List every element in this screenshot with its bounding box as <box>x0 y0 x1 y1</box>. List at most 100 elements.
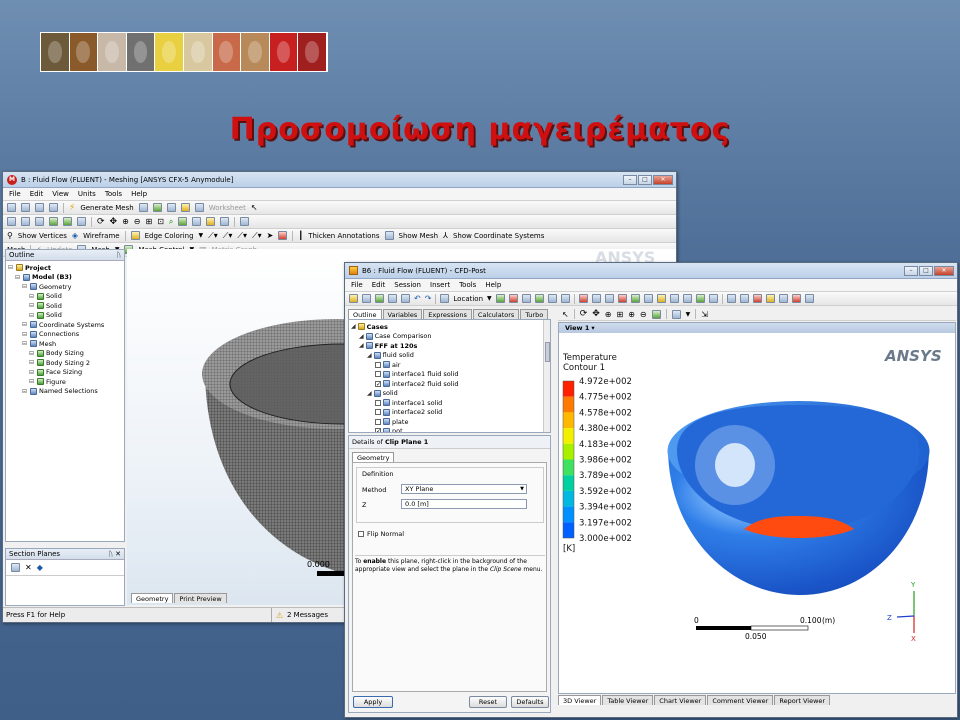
defaults-button[interactable]: Defaults <box>511 696 549 708</box>
fit-view-icon[interactable] <box>651 309 661 319</box>
calculator-icon[interactable] <box>656 294 666 303</box>
view-icon[interactable] <box>206 217 216 226</box>
expand-icon[interactable]: ⊟ <box>22 388 28 395</box>
viewer-canvas[interactable]: View 1 ▾ ANSYS Temperature Contour 1 4.9… <box>558 322 956 694</box>
expand-icon[interactable]: ⊟ <box>8 264 14 271</box>
visibility-checkbox[interactable] <box>375 361 381 368</box>
reset-button[interactable]: Reset <box>469 696 507 708</box>
iso-icon[interactable] <box>192 217 202 226</box>
window-layout-icon[interactable] <box>240 217 250 226</box>
undo-icon[interactable]: ↶ <box>414 294 421 303</box>
menu-help[interactable]: Help <box>131 190 147 198</box>
tree-item[interactable]: ◢ Cases <box>351 322 548 332</box>
macro-icon[interactable] <box>791 294 801 303</box>
fit-icon[interactable] <box>178 217 188 226</box>
edit-section-icon[interactable]: ◆ <box>37 563 43 572</box>
menu-edit[interactable]: Edit <box>30 190 44 198</box>
text-object-icon[interactable] <box>578 294 588 303</box>
rotate-icon[interactable]: ⟳ <box>97 217 105 227</box>
rotate-icon[interactable]: ⟳ <box>580 309 588 319</box>
tree-item[interactable]: interface1 fluid solid <box>351 370 548 380</box>
load-icon[interactable] <box>375 294 384 303</box>
open-icon[interactable] <box>349 294 358 303</box>
tab-comment-viewer[interactable]: Comment Viewer <box>707 695 774 705</box>
pin-close-icon[interactable]: ᚢ ✕ <box>109 549 121 559</box>
volume-icon[interactable] <box>560 294 570 303</box>
messages-icon[interactable]: ⚠ <box>276 611 283 620</box>
zoom-box-icon[interactable]: ⊞ <box>617 310 624 319</box>
quick-editor-icon[interactable] <box>752 294 762 303</box>
tab-outline[interactable]: Outline <box>348 309 382 319</box>
tree-item[interactable]: ⊟ Body Sizing 2 <box>8 358 122 368</box>
select-mode-icon[interactable] <box>7 217 16 226</box>
tree-scrollbar[interactable] <box>543 320 550 432</box>
expand-icon[interactable]: ⊟ <box>22 321 28 328</box>
tab-report-viewer[interactable]: Report Viewer <box>774 695 831 705</box>
z-input[interactable]: 0.0 [m] <box>401 499 527 509</box>
expand-icon[interactable]: ◢ <box>359 342 364 349</box>
edge-style-icon[interactable]: ⟋▾ <box>223 231 233 241</box>
expand-icon[interactable]: ⊟ <box>29 350 35 357</box>
expand-icon[interactable]: ⊟ <box>29 312 35 319</box>
chevron-down-icon[interactable]: ▼ <box>487 295 492 302</box>
expand-icon[interactable]: ⊟ <box>29 293 35 300</box>
method-dropdown[interactable]: XY Plane ▼ <box>401 484 527 494</box>
probe-icon[interactable]: ⇲ <box>701 310 708 319</box>
worksheet-button[interactable]: Worksheet <box>209 204 246 212</box>
expand-icon[interactable]: ⊟ <box>29 369 35 376</box>
minimize-button[interactable]: – <box>623 174 637 185</box>
expand-icon[interactable]: ◢ <box>351 323 356 330</box>
body-select-icon[interactable] <box>63 217 72 226</box>
apply-button[interactable]: Apply <box>353 696 393 708</box>
expand-icon[interactable]: ⊟ <box>22 340 28 347</box>
expand-icon[interactable]: ◢ <box>367 390 372 397</box>
edge-style-icon[interactable]: ⟋▾ <box>237 231 247 241</box>
probe-icon[interactable] <box>765 294 775 303</box>
new-section-plane-icon[interactable] <box>11 563 20 572</box>
pan-icon[interactable]: ✥ <box>110 217 118 227</box>
edge-style-icon[interactable]: ⟋▾ <box>252 231 262 241</box>
flag-icon[interactable] <box>278 231 288 240</box>
chart-icon[interactable] <box>682 294 692 303</box>
tree-item[interactable]: ⊟ Connections <box>8 330 122 340</box>
show-mesh-button[interactable]: Show Mesh <box>399 232 439 240</box>
expand-icon[interactable]: ◢ <box>359 333 364 340</box>
volume-rendering-icon[interactable] <box>547 294 557 303</box>
view-selector[interactable]: View 1 ▾ <box>559 323 955 333</box>
graph-icon[interactable] <box>152 203 162 212</box>
tree-item[interactable]: ⊟ Geometry <box>8 282 122 292</box>
zoom-out-icon[interactable]: ⊖ <box>134 217 141 226</box>
visibility-checkbox[interactable] <box>375 371 381 378</box>
zoom-box-icon[interactable]: ⊞ <box>146 217 153 226</box>
tree-item[interactable]: ◢ FFF at 120s <box>351 341 548 351</box>
tab-3d-viewer[interactable]: 3D Viewer <box>558 695 602 705</box>
geometry-tab[interactable]: Geometry <box>352 452 395 462</box>
tab-turbo[interactable]: Turbo <box>520 309 549 319</box>
extend-icon[interactable] <box>77 217 86 226</box>
close-button[interactable]: ✕ <box>653 174 673 185</box>
report-icon[interactable] <box>695 294 705 303</box>
tree-item[interactable]: ◢ Case Comparison <box>351 332 548 342</box>
visibility-checkbox[interactable]: ✓ <box>375 380 381 387</box>
legend-object-icon[interactable] <box>591 294 601 303</box>
expand-icon[interactable]: ⊟ <box>29 359 35 366</box>
variable-icon[interactable] <box>630 294 640 303</box>
tab-geometry[interactable]: Geometry <box>131 593 174 603</box>
pin-icon[interactable]: ᚢ <box>117 250 121 260</box>
tree-item[interactable]: ⊟ Figure <box>8 377 122 387</box>
tree-item[interactable]: ⊟ Solid <box>8 311 122 321</box>
flip-normal-checkbox[interactable] <box>358 531 364 537</box>
tree-item[interactable]: ⊟ Solid <box>8 301 122 311</box>
generate-mesh-button[interactable]: Generate Mesh <box>80 204 133 212</box>
pointer-icon[interactable]: ↖ <box>562 310 569 319</box>
zoom-out-icon[interactable]: ⊖ <box>640 310 647 319</box>
tree-item[interactable]: ⊟ Coordinate Systems <box>8 320 122 330</box>
tree-item[interactable]: ⊟ Body Sizing <box>8 349 122 359</box>
tab-calculators[interactable]: Calculators <box>472 309 520 319</box>
streamline-icon[interactable] <box>521 294 531 303</box>
tree-item[interactable]: ✓ interface2 fluid solid <box>351 379 548 389</box>
edge-icon[interactable] <box>35 203 44 212</box>
tree-item[interactable]: ⊟ Mesh <box>8 339 122 349</box>
expand-icon[interactable]: ⊟ <box>29 378 35 385</box>
tree-item[interactable]: ⊟ Face Sizing <box>8 368 122 378</box>
